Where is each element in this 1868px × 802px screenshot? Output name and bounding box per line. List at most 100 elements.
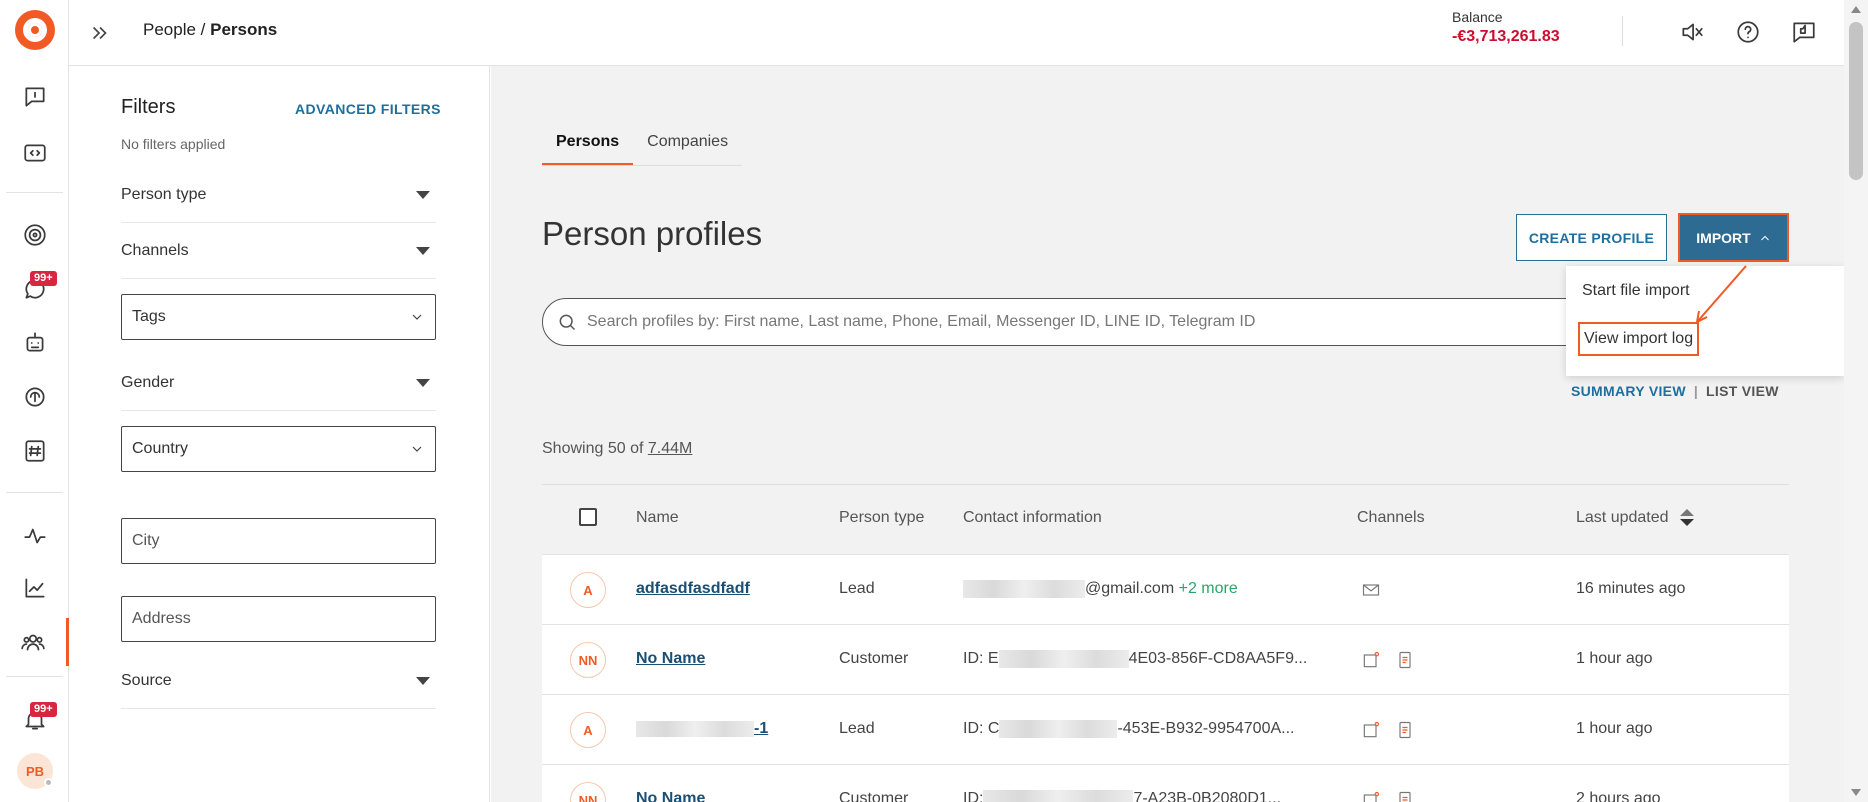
header-contact: Contact information (963, 509, 1102, 526)
people-icon[interactable] (0, 618, 69, 666)
row-avatar: NN (570, 782, 606, 802)
header-channels: Channels (1357, 509, 1425, 526)
breadcrumb-parent[interactable]: People (143, 20, 196, 39)
filter-city-input[interactable]: City (121, 518, 436, 564)
ai-icon[interactable] (0, 373, 69, 421)
start-file-import-item[interactable]: Start file import (1582, 282, 1690, 300)
row-name-link[interactable]: adfasdfasdfadf (636, 580, 750, 598)
scroll-thumb[interactable] (1849, 22, 1863, 180)
row-name-link[interactable]: No Name (636, 650, 705, 668)
no-filters-text: No filters applied (121, 136, 226, 152)
user-avatar[interactable]: PB (17, 753, 53, 789)
chevron-up-icon (1760, 235, 1769, 240)
row-avatar: NN (570, 642, 606, 678)
inbox-chat-icon[interactable]: 99+ (0, 265, 69, 313)
row-person-type: Customer (839, 790, 909, 802)
chart-icon[interactable] (0, 564, 69, 612)
view-import-log-item[interactable]: View import log (1578, 322, 1700, 356)
search-input[interactable]: Search profiles by: First name, Last nam… (542, 298, 1642, 346)
hashtag-app-icon[interactable] (0, 427, 69, 475)
row-person-type: Lead (839, 720, 875, 737)
row-channels (1361, 580, 1381, 600)
row-contact: ID: C -453E-B932-9954700A... (963, 720, 1295, 738)
row-contact: ID: 7-A23B-0B2080D1... (963, 790, 1281, 802)
chat-badge: 99+ (30, 271, 57, 286)
row-last-updated: 1 hour ago (1576, 720, 1653, 737)
nav-rail: 99+ 99+ PB (0, 0, 69, 802)
row-last-updated: 16 minutes ago (1576, 580, 1686, 597)
help-icon[interactable] (1731, 15, 1765, 49)
feedback-icon[interactable] (1787, 15, 1821, 49)
main-content: Persons Companies Person profiles CREATE… (491, 66, 1844, 802)
caret-down-icon (416, 676, 430, 685)
notifications-icon[interactable]: 99+ (0, 696, 69, 744)
chevron-down-icon (412, 314, 422, 320)
summary-view-link[interactable]: SUMMARY VIEW (1571, 383, 1686, 399)
row-name-link[interactable]: -1 (636, 720, 768, 738)
widget-icon (1363, 651, 1380, 668)
tab-companies[interactable]: Companies (633, 125, 742, 165)
advanced-filters-link[interactable]: ADVANCED FILTERS (295, 101, 441, 117)
developer-icon[interactable] (0, 129, 69, 177)
mobile-app-icon (1399, 651, 1411, 669)
redacted-block (963, 580, 1085, 598)
table-header: Name Person type Contact information Cha… (542, 484, 1789, 554)
more-contacts-link[interactable]: +2 more (1179, 580, 1238, 597)
filter-address-input[interactable]: Address (121, 596, 436, 642)
table-row[interactable]: A adfasdfasdfadf Lead @gmail.com +2 more… (542, 554, 1789, 624)
showing-count: Showing 50 of 7.44M (542, 440, 693, 457)
import-dropdown-menu: Start file import View import log (1566, 266, 1844, 376)
create-profile-button[interactable]: CREATE PROFILE (1516, 214, 1667, 261)
mobile-app-icon (1399, 791, 1411, 802)
list-view-link[interactable]: LIST VIEW (1706, 383, 1779, 399)
scroll-up-icon[interactable] (1851, 6, 1861, 13)
persons-table: Name Person type Contact information Cha… (542, 484, 1789, 802)
tabs: Persons Companies (542, 125, 743, 166)
balance-label: Balance (1452, 9, 1503, 25)
filter-person-type[interactable]: Person type (121, 167, 436, 223)
caret-down-icon (416, 246, 430, 255)
filter-source[interactable]: Source (121, 653, 436, 709)
header-last-updated[interactable]: Last updated (1576, 509, 1669, 527)
total-count-link[interactable]: 7.44M (648, 440, 692, 457)
table-row[interactable]: NN No Name Customer ID: 7-A23B-0B2080D1..… (542, 764, 1789, 802)
caret-down-icon (416, 378, 430, 387)
brand-logo[interactable] (15, 10, 55, 50)
redacted-block (636, 720, 754, 737)
filter-gender[interactable]: Gender (121, 355, 436, 411)
filter-tags-select[interactable]: Tags (121, 294, 436, 340)
search-icon (559, 314, 576, 331)
filters-title: Filters (121, 96, 176, 118)
select-all-checkbox[interactable] (579, 508, 597, 526)
bot-icon[interactable] (0, 319, 69, 367)
analytics-icon[interactable] (0, 512, 69, 560)
row-name-link[interactable]: No Name (636, 790, 705, 802)
app: 99+ 99+ PB People / Persons Balance -€3,… (0, 0, 1868, 802)
notifications-badge: 99+ (30, 702, 57, 717)
top-bar: People / Persons Balance -€3,713,261.83 (69, 0, 1844, 66)
filter-channels[interactable]: Channels (121, 223, 436, 279)
import-button[interactable]: IMPORT (1678, 213, 1789, 262)
view-toggle: SUMMARY VIEW | LIST VIEW (1571, 383, 1779, 399)
tab-persons[interactable]: Persons (542, 125, 634, 165)
balance-value: -€3,713,261.83 (1452, 28, 1560, 45)
conversations-icon[interactable] (0, 73, 69, 121)
filters-panel: Filters ADVANCED FILTERS No filters appl… (69, 66, 490, 802)
header-name[interactable]: Name (636, 509, 679, 527)
redacted-block (983, 790, 1134, 802)
filter-country-select[interactable]: Country (121, 426, 436, 472)
row-last-updated: 2 hours ago (1576, 790, 1661, 802)
scroll-down-icon[interactable] (1851, 789, 1861, 796)
table-row[interactable]: NN No Name Customer ID: E 4E03-856F-CD8AA… (542, 624, 1789, 694)
email-icon (1362, 584, 1380, 596)
mute-icon[interactable] (1675, 15, 1709, 49)
redacted-block (998, 650, 1129, 668)
status-dot (44, 778, 53, 787)
expand-sidebar-icon[interactable] (85, 18, 115, 48)
target-icon[interactable] (0, 211, 69, 259)
table-row[interactable]: A -1 Lead ID: C -453E-B932-9954700A... 1 … (542, 694, 1789, 764)
page-scrollbar[interactable] (1844, 0, 1868, 802)
row-contact: ID: E 4E03-856F-CD8AA5F9... (963, 650, 1308, 668)
breadcrumb-current: Persons (210, 20, 278, 39)
redacted-block (999, 720, 1118, 738)
